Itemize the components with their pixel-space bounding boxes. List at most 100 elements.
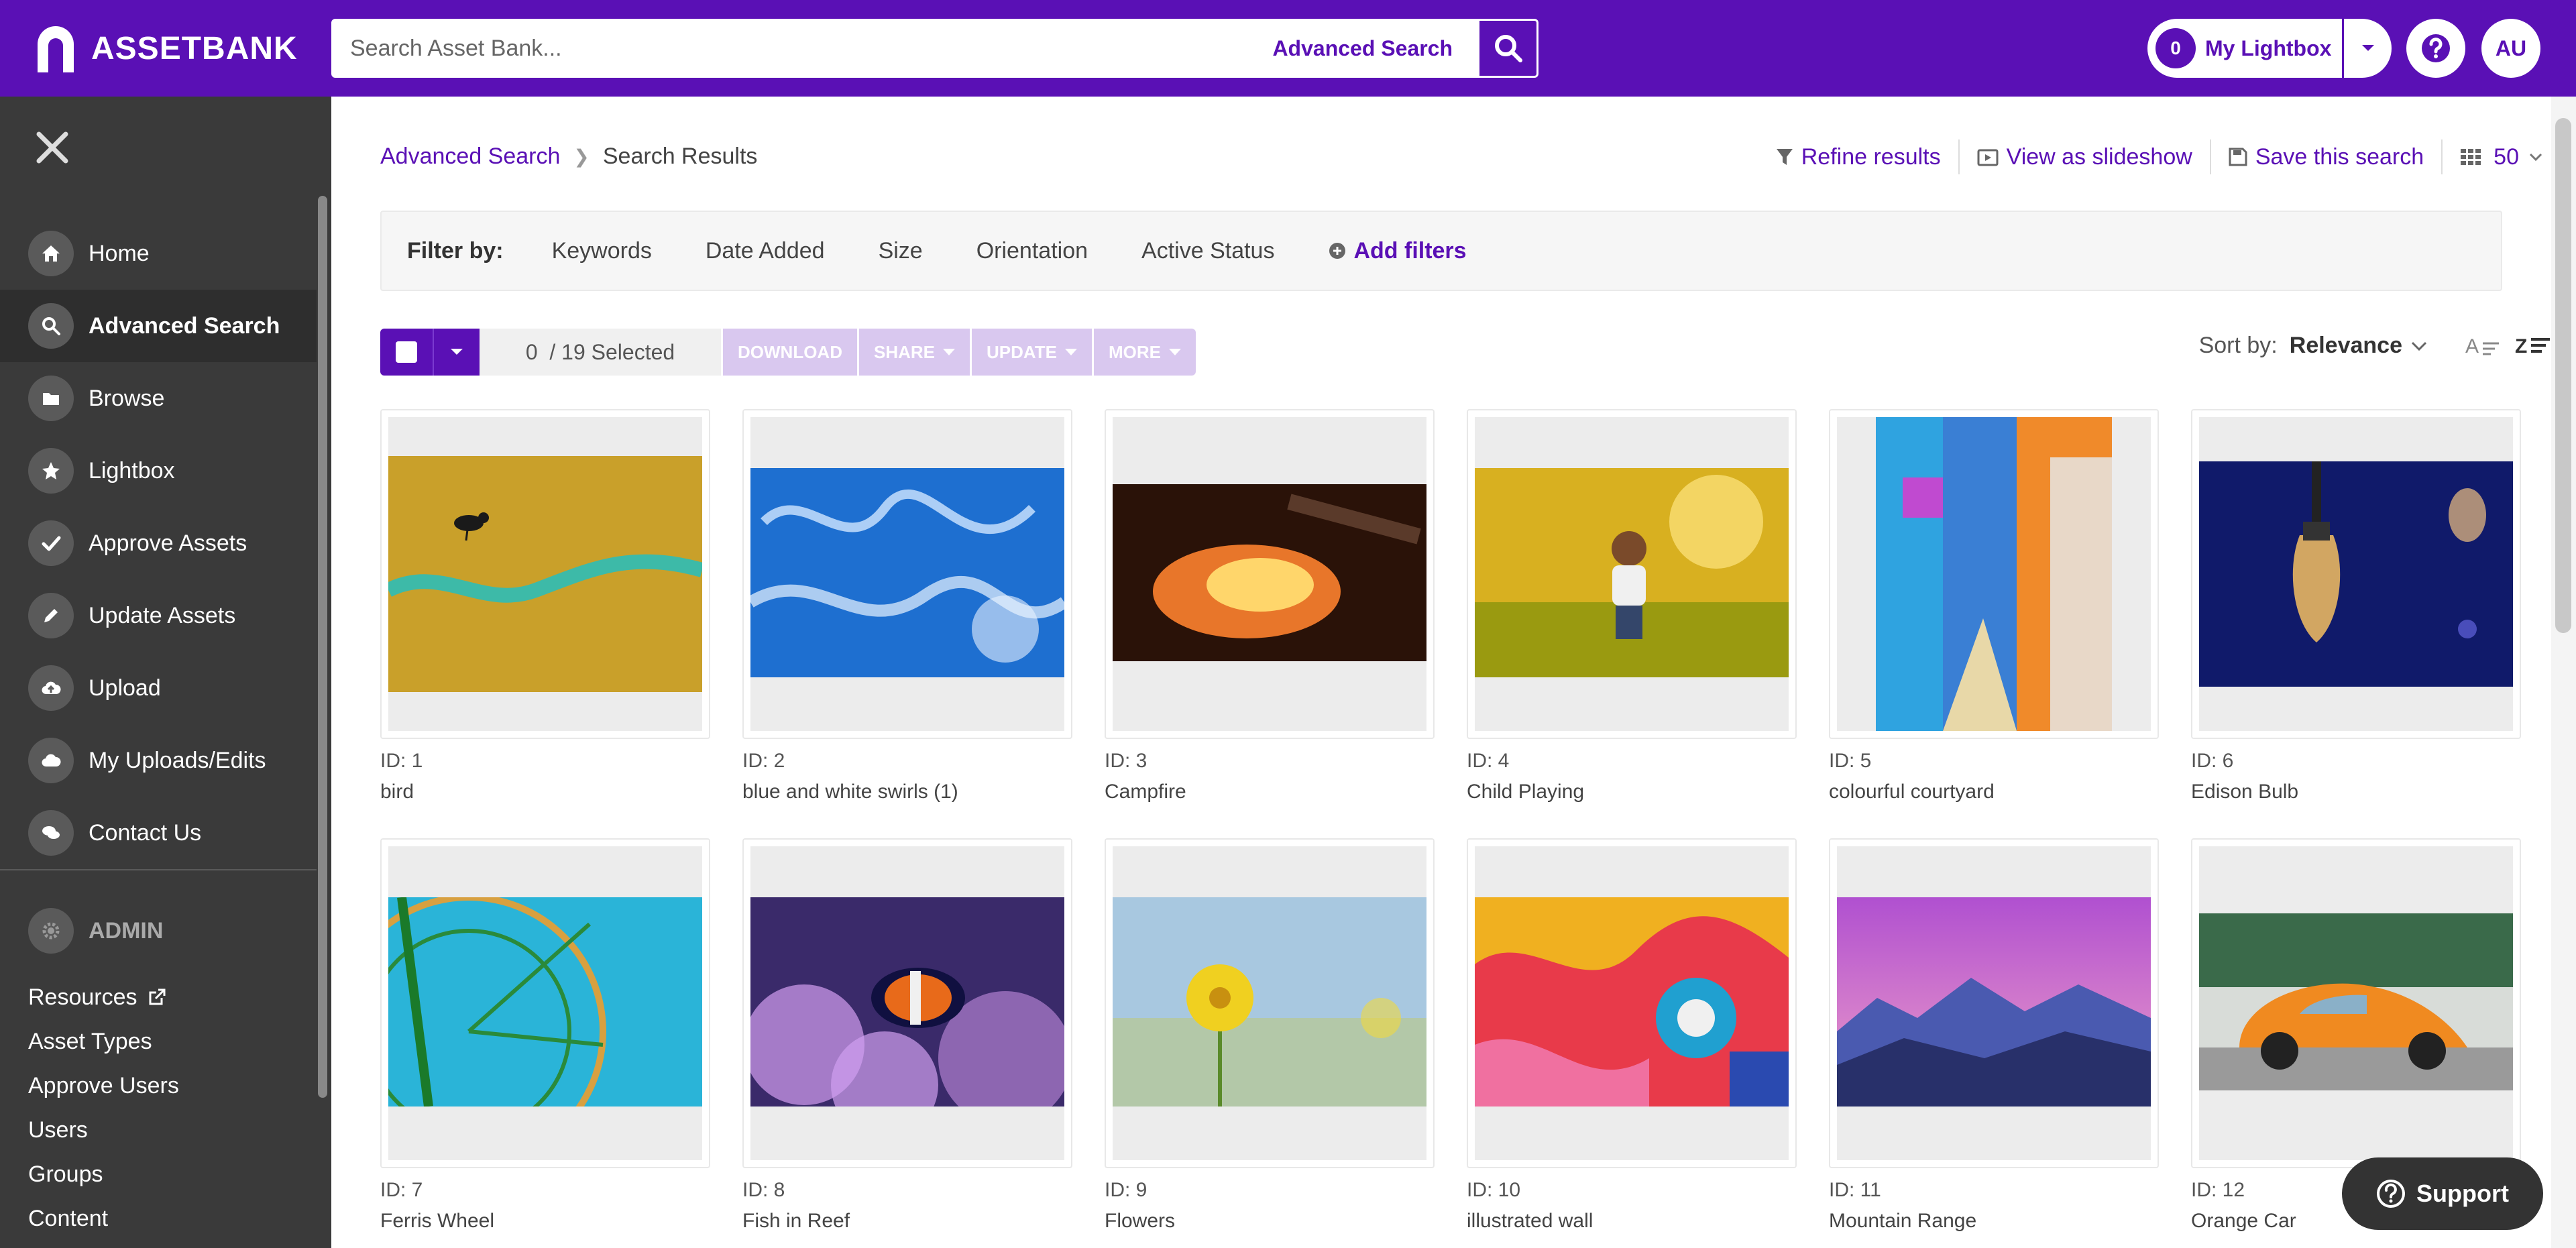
sort-ascending-icon[interactable]: A <box>2465 334 2502 358</box>
sidebar-item-home[interactable]: Home <box>0 217 317 290</box>
asset-card[interactable]: ID: 3 Campfire <box>1105 409 1435 803</box>
asset-thumbnail[interactable] <box>1105 838 1435 1168</box>
asset-title[interactable]: Child Playing <box>1467 781 1797 803</box>
asset-thumbnail[interactable] <box>1467 838 1797 1168</box>
more-button[interactable]: MORE <box>1091 329 1196 376</box>
share-button[interactable]: SHARE <box>856 329 970 376</box>
asset-card[interactable]: ID: 2 blue and white swirls (1) <box>742 409 1072 803</box>
asset-thumbnail[interactable] <box>742 409 1072 739</box>
support-button[interactable]: Support <box>2342 1157 2543 1230</box>
sidebar-item-approve-assets[interactable]: Approve Assets <box>0 507 317 579</box>
sidebar-item-upload[interactable]: Upload <box>0 652 317 724</box>
update-button[interactable]: UPDATE <box>970 329 1092 376</box>
add-filters-button[interactable]: Add filters <box>1328 238 1467 264</box>
save-search-button[interactable]: Save this search <box>2211 139 2443 174</box>
page-size-select[interactable]: 50 <box>2443 139 2551 174</box>
lightbox-label: My Lightbox <box>2205 36 2332 60</box>
admin-link-approve-users[interactable]: Approve Users <box>28 1064 179 1108</box>
close-icon <box>36 131 68 164</box>
asset-thumbnail[interactable] <box>380 838 710 1168</box>
thumbnail-image-flowers <box>1113 897 1426 1107</box>
asset-thumbnail[interactable] <box>2191 409 2521 739</box>
star-icon <box>28 448 74 494</box>
select-all-checkbox[interactable] <box>380 329 433 376</box>
cloud-upload-icon <box>28 665 74 711</box>
sidebar-item-label: Upload <box>89 675 161 701</box>
asset-card[interactable]: ID: 6 Edison Bulb <box>2191 409 2521 803</box>
admin-link-groups[interactable]: Groups <box>28 1152 179 1196</box>
question-icon <box>2377 1180 2405 1208</box>
asset-title[interactable]: bird <box>380 781 710 803</box>
asset-title[interactable]: Mountain Range <box>1829 1210 2159 1233</box>
asset-thumbnail[interactable] <box>1829 409 2159 739</box>
logo-icon <box>34 23 78 74</box>
asset-thumbnail[interactable] <box>380 409 710 739</box>
sidebar-item-label: Browse <box>89 385 165 411</box>
admin-links: Resources Asset Types Approve Users User… <box>28 975 179 1241</box>
asset-title[interactable]: Edison Bulb <box>2191 781 2521 803</box>
sidebar-divider <box>0 869 317 870</box>
asset-title[interactable]: Ferris Wheel <box>380 1210 710 1233</box>
asset-card[interactable]: ID: 10 illustrated wall <box>1467 838 1797 1233</box>
asset-id: ID: 8 <box>742 1179 785 1201</box>
asset-title[interactable]: Flowers <box>1105 1210 1435 1233</box>
sidebar-item-label: Contact Us <box>89 819 202 846</box>
logo[interactable]: ASSETBANK <box>34 21 298 75</box>
admin-label: ADMIN <box>89 917 164 944</box>
asset-title[interactable]: colourful courtyard <box>1829 781 2159 803</box>
download-button[interactable]: DOWNLOAD <box>721 329 857 376</box>
filter-orientation[interactable]: Orientation <box>976 238 1088 264</box>
grid-icon <box>2461 149 2481 165</box>
lightbox-dropdown-button[interactable] <box>2342 19 2392 78</box>
asset-card[interactable]: ID: 8 Fish in Reef <box>742 838 1072 1233</box>
asset-card[interactable]: ID: 7 Ferris Wheel <box>380 838 710 1233</box>
top-bar: ASSETBANK Advanced Search 0 My Lightbox … <box>0 0 2576 97</box>
search-input[interactable] <box>350 35 1273 62</box>
sidebar-scrollbar[interactable] <box>318 196 327 1098</box>
asset-title[interactable]: blue and white swirls (1) <box>742 781 1072 803</box>
asset-thumbnail[interactable] <box>1105 409 1435 739</box>
sort-descending-icon[interactable]: Z <box>2515 334 2551 358</box>
sidebar-item-contact-us[interactable]: Contact Us <box>0 797 317 869</box>
asset-card[interactable]: ID: 1 bird <box>380 409 710 803</box>
main-scrollbar-thumb[interactable] <box>2555 118 2571 633</box>
asset-title[interactable]: Fish in Reef <box>742 1210 1072 1233</box>
save-icon <box>2229 148 2247 166</box>
admin-link-asset-types[interactable]: Asset Types <box>28 1019 179 1064</box>
my-lightbox-button[interactable]: 0 My Lightbox <box>2147 19 2342 78</box>
sidebar-item-browse[interactable]: Browse <box>0 362 317 435</box>
search-button[interactable] <box>1479 19 1538 78</box>
help-button[interactable] <box>2406 19 2465 78</box>
asset-card[interactable]: ID: 11 Mountain Range <box>1829 838 2159 1233</box>
advanced-search-link[interactable]: Advanced Search <box>1272 36 1453 61</box>
sort-select[interactable]: Relevance <box>2290 333 2402 359</box>
asset-title[interactable]: Campfire <box>1105 781 1435 803</box>
sidebar-item-lightbox[interactable]: Lightbox <box>0 435 317 507</box>
filter-keywords[interactable]: Keywords <box>552 238 652 264</box>
view-slideshow-button[interactable]: View as slideshow <box>1960 139 2211 174</box>
thumbnail-image-swirls <box>750 468 1064 677</box>
filter-active-status[interactable]: Active Status <box>1141 238 1274 264</box>
user-avatar[interactable]: AU <box>2481 19 2540 78</box>
sidebar-item-my-uploads[interactable]: My Uploads/Edits <box>0 724 317 797</box>
asset-card[interactable]: ID: 5 colourful courtyard <box>1829 409 2159 803</box>
asset-thumbnail[interactable] <box>1467 409 1797 739</box>
filter-size[interactable]: Size <box>879 238 923 264</box>
admin-link-users[interactable]: Users <box>28 1108 179 1152</box>
asset-thumbnail[interactable] <box>2191 838 2521 1168</box>
asset-card[interactable]: ID: 9 Flowers <box>1105 838 1435 1233</box>
filter-date-added[interactable]: Date Added <box>706 238 825 264</box>
admin-link-content[interactable]: Content <box>28 1196 179 1241</box>
sidebar-item-update-assets[interactable]: Update Assets <box>0 579 317 652</box>
asset-title[interactable]: illustrated wall <box>1467 1210 1797 1233</box>
select-options-dropdown[interactable] <box>433 329 480 376</box>
breadcrumb-advanced-search[interactable]: Advanced Search <box>380 144 560 170</box>
asset-thumbnail[interactable] <box>1829 838 2159 1168</box>
asset-thumbnail[interactable] <box>742 838 1072 1168</box>
admin-link-resources[interactable]: Resources <box>28 975 179 1019</box>
asset-id: ID: 2 <box>742 750 785 772</box>
sidebar-item-advanced-search[interactable]: Advanced Search <box>0 290 317 362</box>
refine-results-button[interactable]: Refine results <box>1758 139 1960 174</box>
asset-card[interactable]: ID: 4 Child Playing <box>1467 409 1797 803</box>
close-sidebar-button[interactable] <box>34 129 71 166</box>
